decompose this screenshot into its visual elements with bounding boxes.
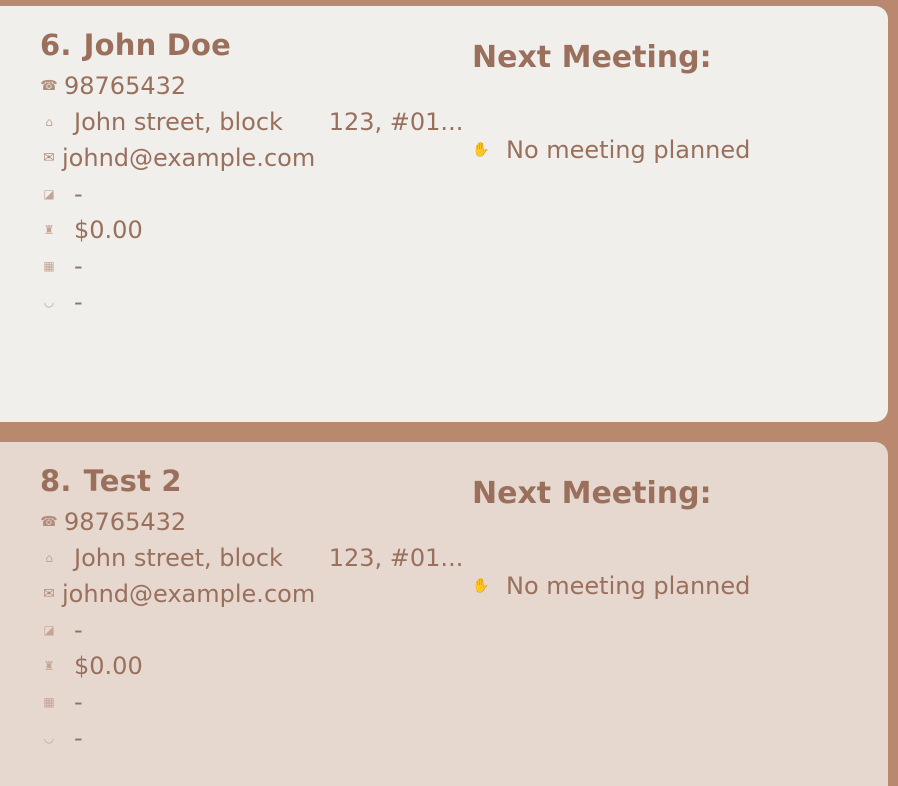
note-value: - [74, 616, 83, 644]
deal-value: - [74, 724, 83, 752]
money-value: $0.00 [74, 652, 143, 680]
person-name-line: 6. John Doe [40, 28, 231, 62]
person-index: 8. [40, 464, 72, 498]
phone-icon: ☎ [40, 78, 58, 94]
email-row: ✉ johnd@example.com [40, 578, 315, 610]
money-bag-icon: ♜ [43, 659, 55, 673]
bank-row: ▦ - [40, 250, 83, 282]
meeting-status-text: No meeting planned [506, 572, 751, 600]
next-meeting-heading: Next Meeting: [472, 476, 712, 511]
note-value: - [74, 180, 83, 208]
deal-row: ◡ - [40, 286, 83, 318]
address-row: ⌂ John street, block 123, #01... [40, 106, 463, 138]
bank-icon: ▦ [43, 259, 55, 273]
bank-value: - [74, 252, 83, 280]
email-icon: ✉ [43, 150, 55, 166]
phone-row: ☎ 98765432 [40, 506, 186, 538]
money-row: ♜ $0.00 [40, 650, 143, 682]
person-name: John Doe [83, 28, 231, 62]
next-meeting-heading: Next Meeting: [472, 40, 712, 75]
address-value: John street, block 123, #01... [74, 108, 464, 136]
phone-value: 98765432 [64, 72, 187, 100]
email-icon: ✉ [43, 586, 55, 602]
chart-icon: ◪ [43, 623, 55, 637]
person-index: 6. [40, 28, 72, 62]
email-value: johnd@example.com [62, 580, 316, 608]
email-row: ✉ johnd@example.com [40, 142, 315, 174]
meeting-status-text: No meeting planned [506, 136, 751, 164]
hand-icon: ✋ [472, 142, 490, 158]
address-row: ⌂ John street, block 123, #01... [40, 542, 463, 574]
deal-value: - [74, 288, 83, 316]
deal-row: ◡ - [40, 722, 83, 754]
person-card[interactable]: 6. John Doe ☎ 98765432 ⌂ John street, blo… [0, 6, 888, 422]
note-row: ◪ - [40, 614, 83, 646]
phone-row: ☎ 98765432 [40, 70, 186, 102]
handshake-icon: ◡ [43, 295, 55, 309]
person-card[interactable]: 8. Test 2 ☎ 98765432 ⌂ John street, block… [0, 442, 888, 786]
person-name-line: 8. Test 2 [40, 464, 182, 498]
money-bag-icon: ♜ [43, 223, 55, 237]
note-row: ◪ - [40, 178, 83, 210]
chart-icon: ◪ [43, 187, 55, 201]
address-value: John street, block 123, #01... [74, 544, 464, 572]
money-value: $0.00 [74, 216, 143, 244]
person-list: 6. John Doe ☎ 98765432 ⌂ John street, blo… [0, 0, 898, 786]
handshake-icon: ◡ [43, 731, 55, 745]
money-row: ♜ $0.00 [40, 214, 143, 246]
email-value: johnd@example.com [62, 144, 316, 172]
house-icon: ⌂ [45, 115, 53, 129]
bank-value: - [74, 688, 83, 716]
person-name: Test 2 [83, 464, 182, 498]
phone-icon: ☎ [40, 514, 58, 530]
hand-icon: ✋ [472, 578, 490, 594]
bank-icon: ▦ [43, 695, 55, 709]
phone-value: 98765432 [64, 508, 187, 536]
meeting-status: ✋ No meeting planned [472, 572, 750, 600]
bank-row: ▦ - [40, 686, 83, 718]
meeting-status: ✋ No meeting planned [472, 136, 750, 164]
house-icon: ⌂ [45, 551, 53, 565]
